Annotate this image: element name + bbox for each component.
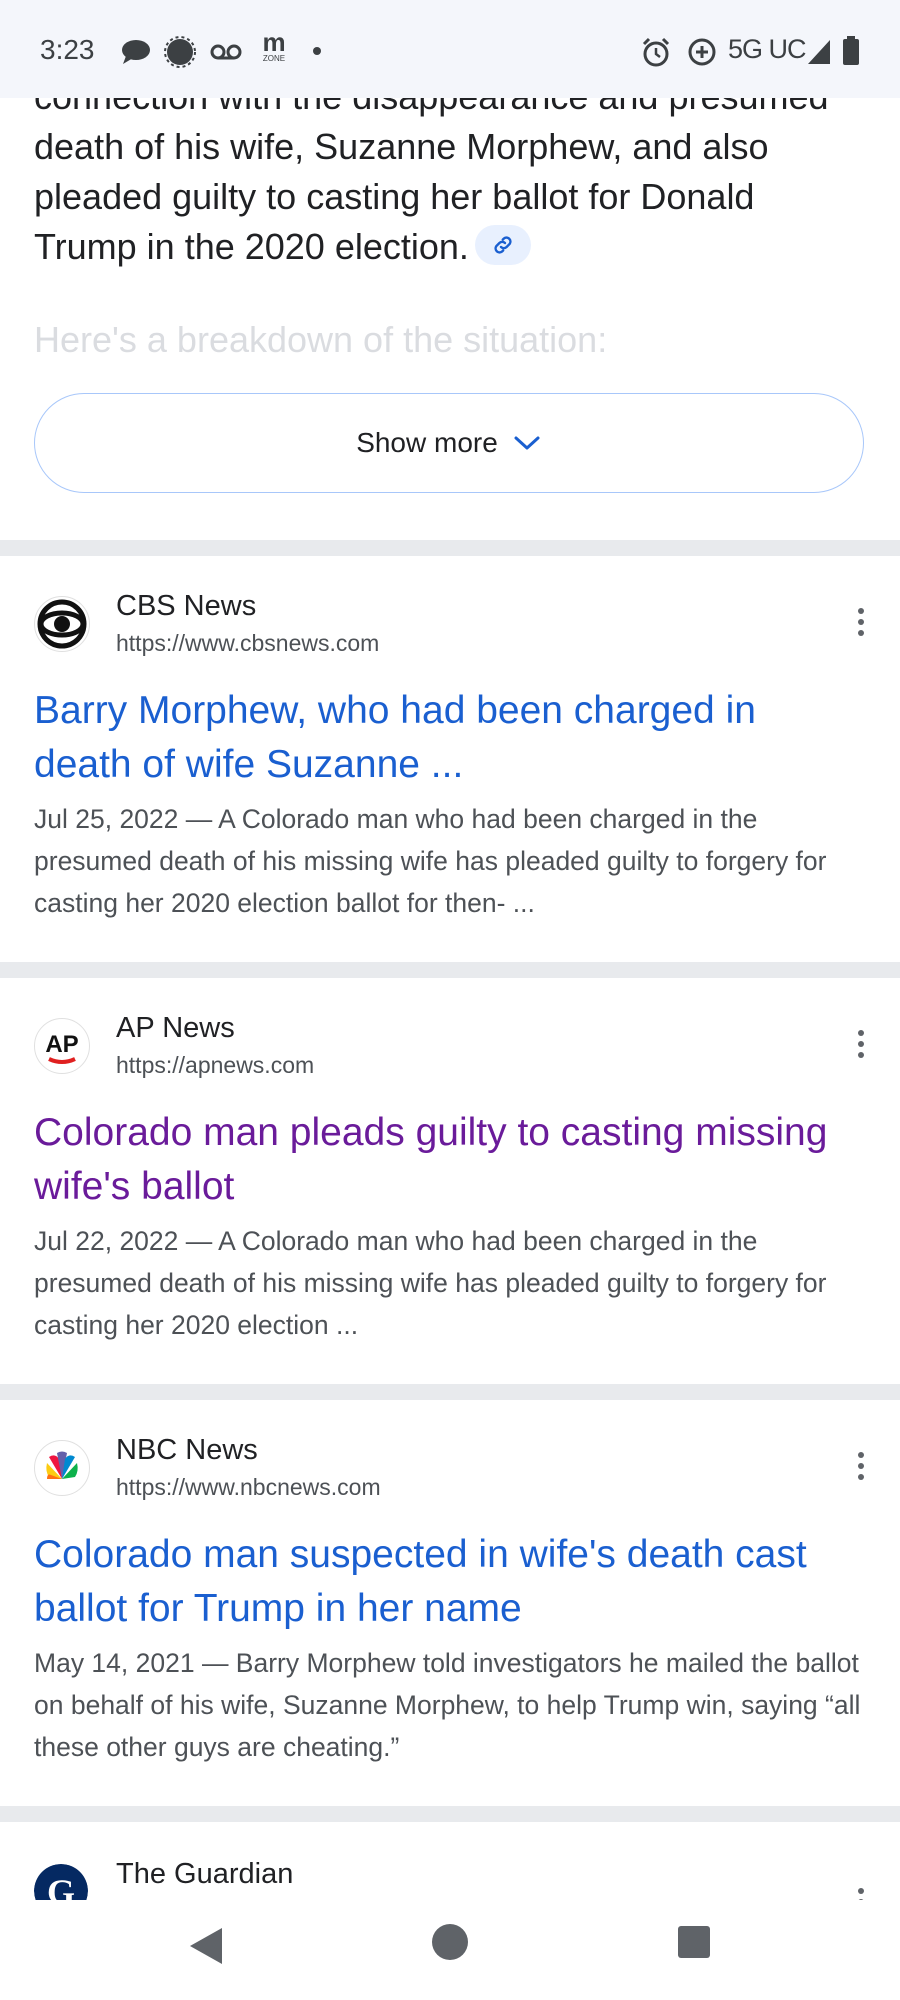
result-snippet: May 14, 2021 — Barry Morphew told invest…	[34, 1648, 861, 1762]
more-options-icon[interactable]	[854, 1452, 868, 1486]
guardian-g-icon: G	[34, 1864, 88, 1900]
result-snippet: Jul 22, 2022 — A Colorado man who had be…	[34, 1226, 827, 1340]
section-divider	[0, 1384, 900, 1400]
section-divider	[0, 1806, 900, 1822]
back-icon[interactable]	[186, 1924, 226, 1968]
section-divider	[0, 962, 900, 978]
battery-icon	[843, 36, 859, 65]
result-snippet: Jul 25, 2022 — A Colorado man who had be…	[34, 804, 827, 918]
network-type: 5G UC	[728, 34, 807, 64]
result-site-name: CBS News	[116, 590, 257, 622]
messenger-icon	[164, 36, 196, 68]
more-options-icon[interactable]	[854, 1888, 868, 1900]
cbs-eye-icon	[34, 596, 90, 652]
overview-faded-line: Here's a breakdown of the situation:	[34, 319, 608, 360]
status-time: 3:23	[40, 34, 95, 65]
result-title-link[interactable]: Colorado man pleads guilty to casting mi…	[34, 1106, 864, 1214]
m-zone-icon: m ZONE	[258, 29, 290, 66]
link-icon	[494, 236, 512, 255]
search-result-ap: AP AP News https://apnews.com Colorado m…	[0, 978, 900, 1386]
result-title-link[interactable]: Barry Morphew, who had been charged in d…	[34, 684, 864, 792]
navigation-bar	[0, 1900, 900, 2000]
show-more-label: Show more	[356, 427, 498, 458]
svg-text:G: G	[47, 1872, 75, 1900]
data-saver-icon	[688, 38, 716, 66]
overview-paragraph: connection with the disappearance and pr…	[34, 76, 829, 267]
dot-icon	[313, 47, 321, 55]
ai-overview-text: connection with the disappearance and pr…	[34, 72, 864, 272]
voicemail-icon	[210, 44, 242, 60]
section-divider	[0, 540, 900, 556]
ap-logo-icon: AP	[34, 1018, 90, 1074]
signal-icon	[808, 40, 830, 64]
nbc-peacock-icon	[34, 1440, 90, 1496]
chevron-down-icon	[514, 436, 540, 450]
home-icon[interactable]	[430, 1922, 470, 1962]
result-url[interactable]: https://www.nbcnews.com	[116, 1474, 381, 1501]
result-url[interactable]: https://apnews.com	[116, 1052, 314, 1079]
show-more-button[interactable]: Show more	[34, 393, 864, 493]
ap-logo-text: AP	[45, 1031, 78, 1058]
recents-icon[interactable]	[676, 1924, 712, 1960]
search-results-page: connection with the disappearance and pr…	[0, 0, 900, 1900]
result-site-name: AP News	[116, 1012, 235, 1044]
more-options-icon[interactable]	[854, 1030, 868, 1064]
search-result-cbs: CBS News https://www.cbsnews.com Barry M…	[0, 556, 900, 964]
search-result-guardian: G The Guardian	[0, 1822, 900, 1900]
result-url[interactable]: https://www.cbsnews.com	[116, 630, 379, 657]
result-site-name: The Guardian	[116, 1858, 294, 1890]
status-bar: 3:23 m ZONE 5G UC	[0, 0, 900, 98]
alarm-icon	[642, 37, 670, 67]
result-site-name: NBC News	[116, 1434, 258, 1466]
chat-bubble-icon	[122, 40, 150, 64]
more-options-icon[interactable]	[854, 608, 868, 642]
search-result-nbc: NBC News https://www.nbcnews.com Colorad…	[0, 1400, 900, 1808]
result-title-link[interactable]: Colorado man suspected in wife's death c…	[34, 1528, 864, 1636]
source-link-chip[interactable]	[474, 225, 531, 266]
